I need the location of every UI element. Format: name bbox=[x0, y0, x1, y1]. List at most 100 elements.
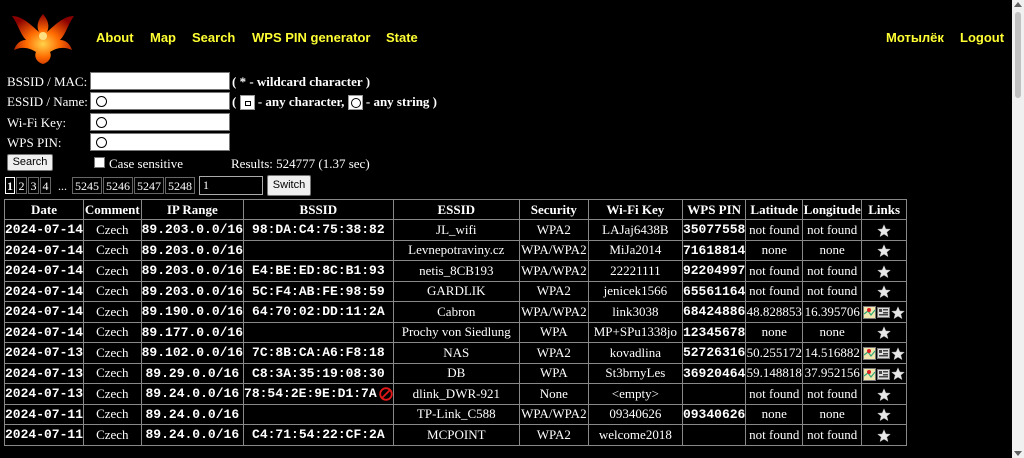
star-icon[interactable] bbox=[877, 285, 892, 299]
insert-any-char-button[interactable] bbox=[239, 94, 255, 110]
scroll-down-arrow-icon[interactable] bbox=[1014, 451, 1022, 456]
cell-date: 2024-07-13 bbox=[3, 362, 85, 384]
page-link-3[interactable]: 3 bbox=[28, 177, 39, 194]
cell-wps-pin: 09340626 bbox=[681, 403, 747, 425]
security-value: WPA/WPA2 bbox=[521, 242, 587, 258]
cell-wifi-key: LAJaj6438B bbox=[587, 219, 683, 241]
search-button[interactable]: Search bbox=[7, 154, 53, 171]
nav-map[interactable]: Map bbox=[150, 30, 176, 45]
date-value: 2024-07-14 bbox=[5, 263, 84, 279]
ip-range-value: 89.203.0.0/16 bbox=[141, 222, 244, 238]
comment-value: Czech bbox=[96, 221, 129, 237]
page-link-1[interactable]: 1 bbox=[5, 177, 15, 194]
nav-about[interactable]: About bbox=[96, 30, 134, 45]
square-icon bbox=[244, 100, 251, 106]
nav-search[interactable]: Search bbox=[192, 30, 235, 45]
page-link-5248[interactable]: 5248 bbox=[165, 177, 195, 194]
star-icon[interactable] bbox=[891, 346, 906, 361]
page-link-5247[interactable]: 5247 bbox=[134, 177, 164, 194]
wps-pin-value: 35077558 bbox=[682, 222, 746, 238]
ip-range-value: 89.24.0.0/16 bbox=[145, 427, 240, 443]
cell-security: WPA/WPA2 bbox=[518, 239, 589, 261]
case-sensitive-checkbox[interactable] bbox=[94, 157, 105, 168]
essid-value: TP-Link_C588 bbox=[416, 406, 496, 422]
results-summary: Results: 524777 (1.37 sec) bbox=[231, 156, 370, 171]
page-link-5245[interactable]: 5245 bbox=[72, 177, 102, 194]
essid-value: dlink_DWR-921 bbox=[412, 385, 500, 401]
cell-ip-range: 89.24.0.0/16 bbox=[140, 383, 245, 405]
star-icon[interactable] bbox=[877, 326, 892, 340]
user-name-link[interactable]: Мотылёк bbox=[886, 30, 944, 45]
star-icon[interactable] bbox=[877, 408, 892, 422]
scroll-up-arrow-icon[interactable] bbox=[1014, 2, 1022, 7]
comment-value: Czech bbox=[96, 303, 129, 319]
map-icon[interactable] bbox=[863, 306, 877, 320]
cell-wifi-key: link3038 bbox=[587, 301, 683, 323]
cell-essid: DB bbox=[392, 362, 520, 384]
cell-latitude: not found bbox=[745, 383, 804, 405]
page-goto-input[interactable]: 1 bbox=[199, 176, 263, 195]
latitude-value: 50.255172 bbox=[746, 344, 802, 360]
table-row: 2024-07-11 Czech 89.24.0.0/16 C4:71:54:22:C… bbox=[3, 424, 907, 446]
essid-hint-any-string: - any string ) bbox=[365, 94, 438, 109]
page-link-4[interactable]: 4 bbox=[40, 177, 51, 194]
cell-comment: Czech bbox=[83, 424, 142, 446]
cell-bssid bbox=[243, 403, 394, 425]
comment-value: Czech bbox=[96, 426, 129, 442]
date-value: 2024-07-14 bbox=[5, 324, 84, 340]
cell-bssid: C8:3A:35:19:08:30 bbox=[243, 362, 394, 384]
scroll-thumb[interactable] bbox=[1015, 12, 1021, 98]
security-value: WPA/WPA2 bbox=[521, 262, 587, 278]
panorama-icon[interactable] bbox=[877, 347, 891, 360]
wps-pin-value: 68424886 bbox=[682, 304, 746, 320]
page-link-5246[interactable]: 5246 bbox=[103, 177, 133, 194]
wifikey-input[interactable] bbox=[90, 113, 230, 131]
cell-longitude: not found bbox=[802, 260, 863, 282]
logout-link[interactable]: Logout bbox=[960, 30, 1004, 45]
panorama-icon[interactable] bbox=[877, 368, 891, 381]
map-icon[interactable] bbox=[863, 367, 877, 381]
star-icon[interactable] bbox=[891, 367, 906, 381]
column-header-wifi-key: Wi-Fi Key bbox=[587, 199, 683, 220]
cell-wps-pin: 12345678 bbox=[681, 321, 747, 343]
cell-bssid: 7C:8B:CA:A6:F8:18 bbox=[243, 342, 394, 364]
map-icon[interactable] bbox=[863, 347, 877, 361]
star-icon[interactable] bbox=[891, 305, 906, 320]
cell-essid: netis_8CB193 bbox=[392, 260, 520, 282]
essid-value: JL_wifi bbox=[436, 221, 477, 237]
page-link-2[interactable]: 2 bbox=[16, 177, 27, 194]
star-icon[interactable] bbox=[877, 428, 892, 443]
essid-hint-open: ( bbox=[232, 94, 237, 109]
essid-input[interactable] bbox=[90, 92, 230, 110]
wifi-key-value: link3038 bbox=[612, 303, 659, 319]
nav-wps-pin-generator[interactable]: WPS PIN generator bbox=[252, 30, 370, 45]
panorama-icon[interactable] bbox=[877, 306, 891, 319]
insert-any-string-button[interactable] bbox=[347, 94, 363, 110]
star-icon[interactable] bbox=[877, 264, 892, 279]
page-scrollbar[interactable] bbox=[1012, 0, 1024, 458]
cell-ip-range: 89.177.0.0/16 bbox=[140, 321, 245, 343]
star-icon[interactable] bbox=[877, 223, 892, 238]
star-icon[interactable] bbox=[877, 244, 892, 258]
bssid-input[interactable] bbox=[90, 72, 230, 90]
phoenix-logo[interactable] bbox=[10, 6, 76, 66]
page-ellipsis: ... bbox=[58, 179, 67, 193]
bssid-value: E4:BE:ED:8C:B1:93 bbox=[252, 263, 385, 279]
cell-date: 2024-07-14 bbox=[3, 321, 85, 343]
switch-page-button[interactable]: Switch bbox=[267, 175, 311, 196]
cell-ip-range: 89.203.0.0/16 bbox=[140, 219, 245, 241]
longitude-value: none bbox=[819, 242, 845, 258]
essid-value: DB bbox=[447, 365, 466, 381]
cell-latitude: 48.828853 bbox=[745, 301, 804, 323]
wpspin-input[interactable] bbox=[90, 133, 230, 151]
cell-ip-range: 89.190.0.0/16 bbox=[140, 301, 245, 323]
cell-date: 2024-07-13 bbox=[3, 342, 85, 364]
date-value: 2024-07-13 bbox=[5, 345, 84, 361]
cell-links bbox=[861, 260, 907, 282]
star-icon[interactable] bbox=[877, 387, 892, 402]
latitude-value: none bbox=[761, 324, 787, 340]
bssid-value: 7C:8B:CA:A6:F8:18 bbox=[252, 345, 385, 361]
nav-state[interactable]: State bbox=[386, 30, 418, 45]
ip-range-value: 89.203.0.0/16 bbox=[141, 283, 244, 299]
column-header-essid: ESSID bbox=[392, 199, 520, 220]
